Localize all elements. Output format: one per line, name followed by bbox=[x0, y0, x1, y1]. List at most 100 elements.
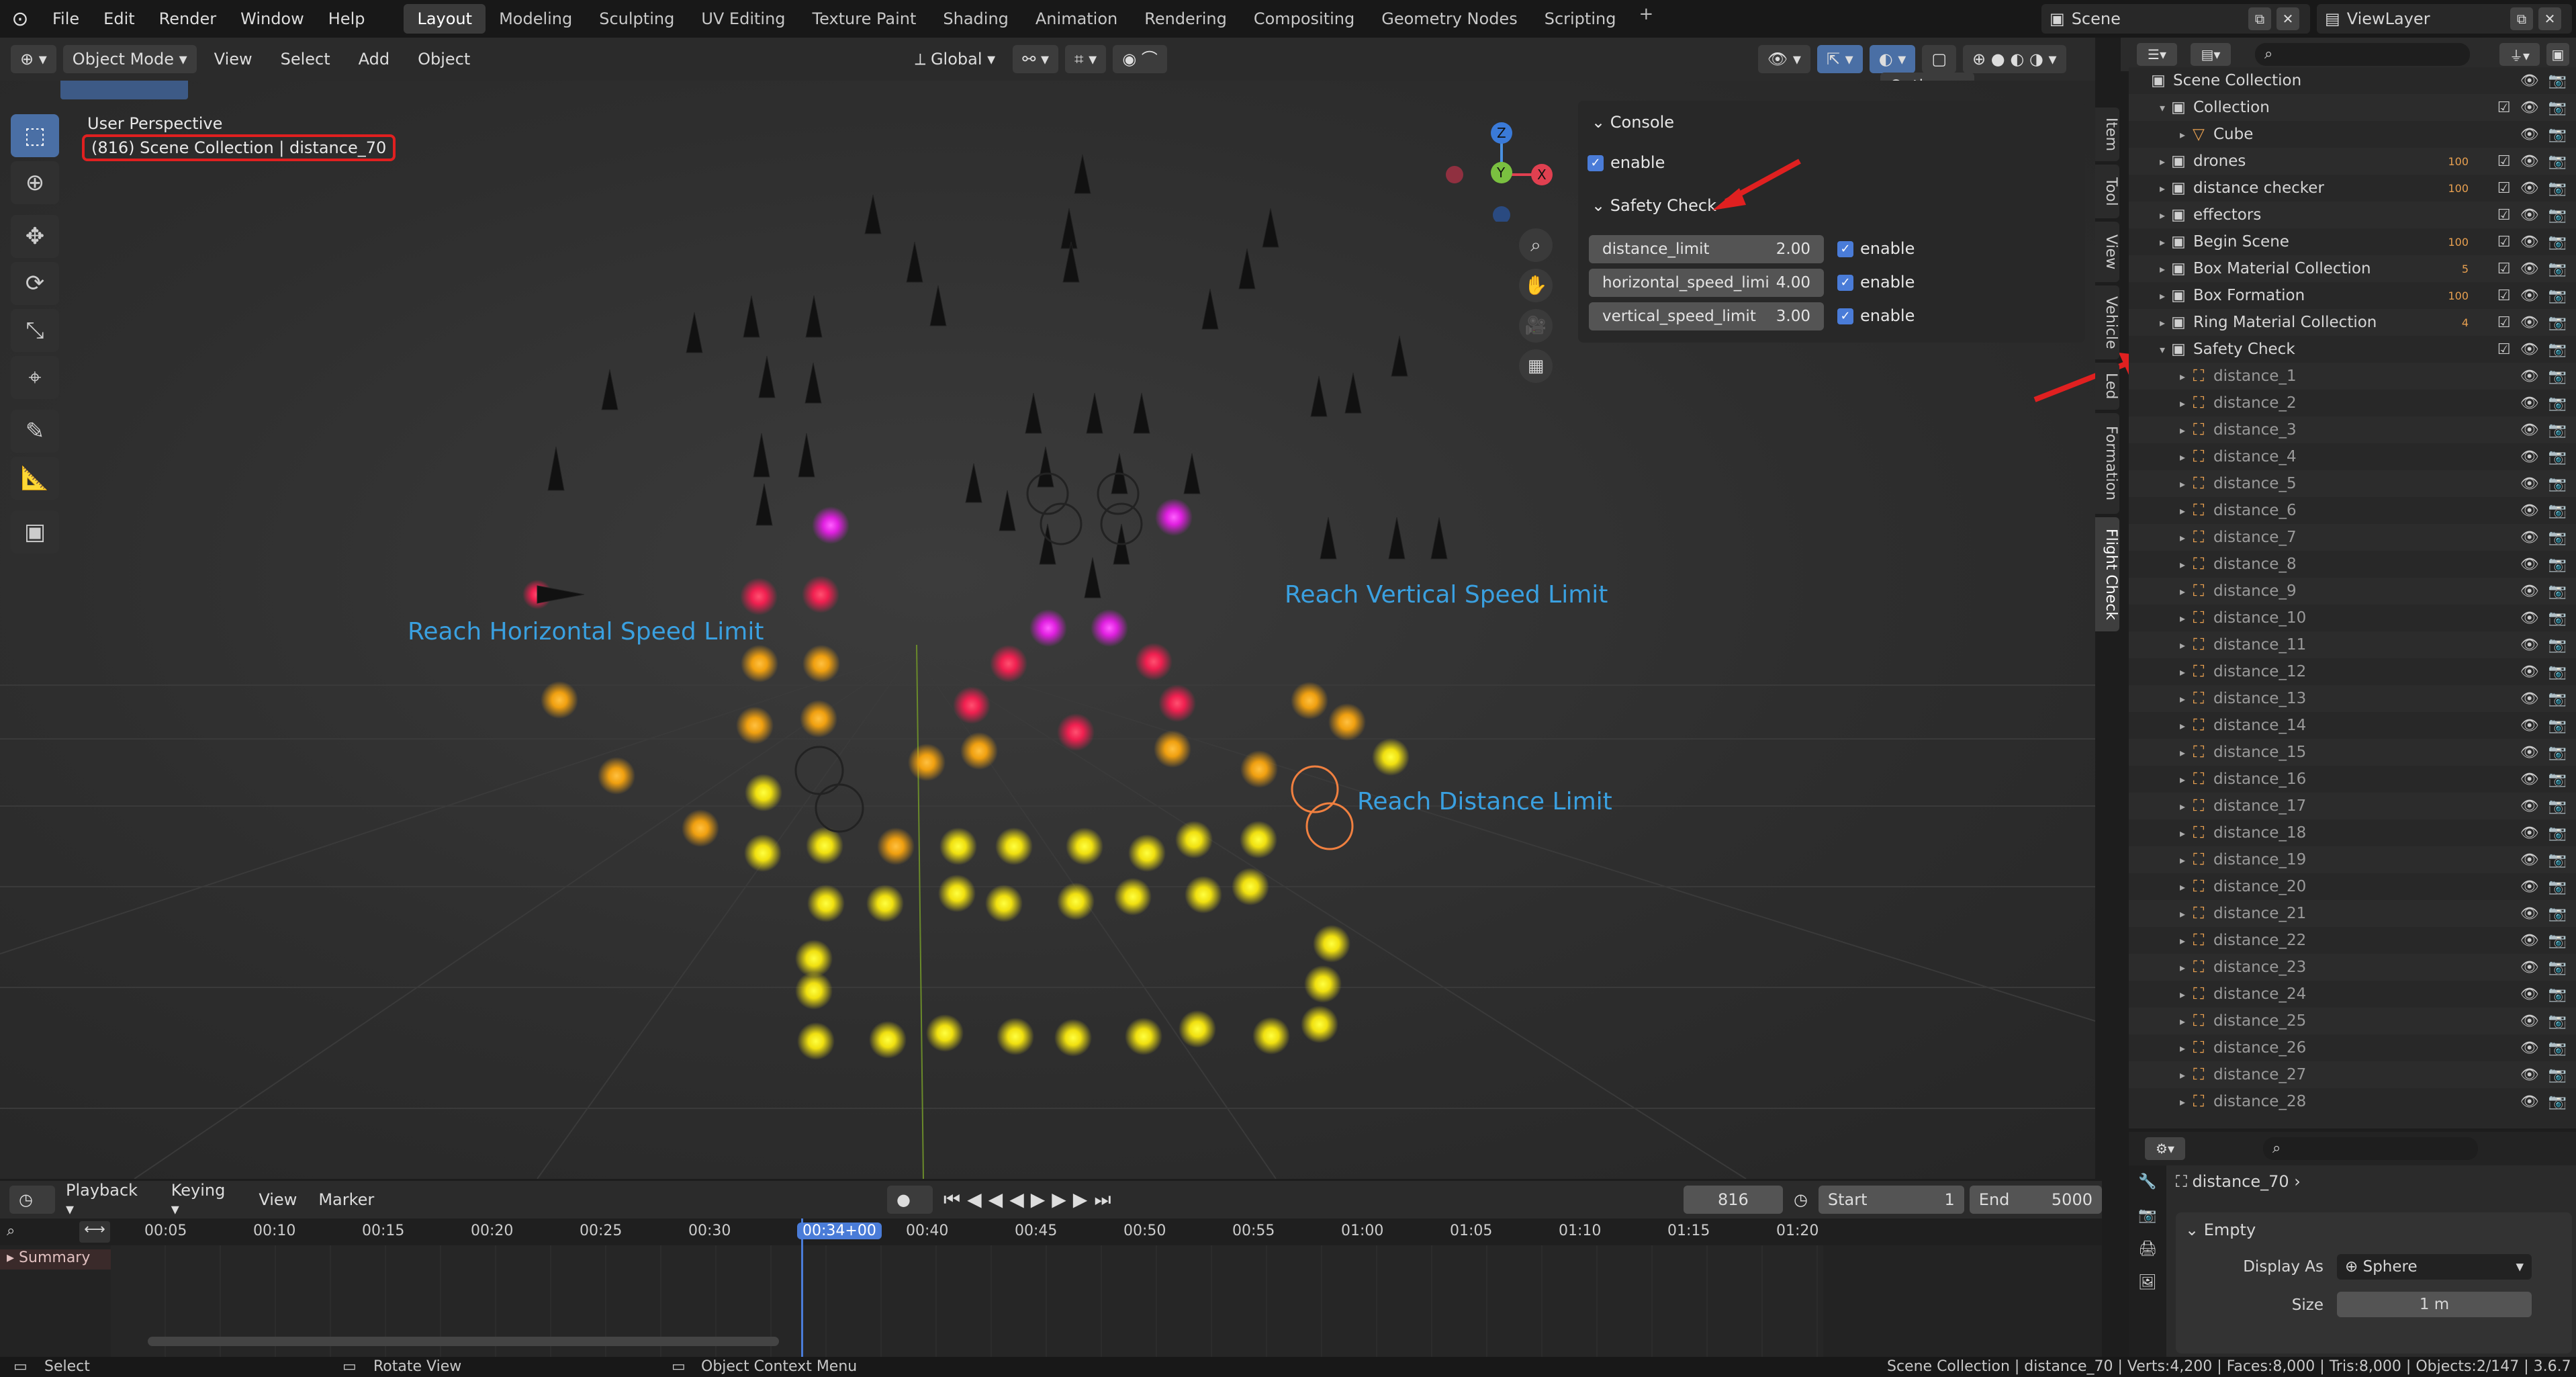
overlay-icon[interactable]: ◐ ▾ bbox=[1869, 45, 1916, 73]
expand-arrow-icon[interactable]: ▸ bbox=[2156, 209, 2169, 222]
render-camera-icon[interactable]: 📷 bbox=[2548, 825, 2567, 842]
eye-icon[interactable]: 👁 bbox=[2520, 153, 2539, 170]
render-camera-icon[interactable]: 📷 bbox=[2548, 637, 2567, 654]
timeline-scrollbar[interactable] bbox=[148, 1337, 779, 1346]
eye-icon[interactable]: 👁 bbox=[2520, 73, 2539, 89]
new-scene-icon[interactable]: ⧉ bbox=[2248, 7, 2271, 30]
expand-arrow-icon[interactable]: ▸ bbox=[2176, 988, 2189, 1001]
render-camera-icon[interactable]: 📷 bbox=[2548, 959, 2567, 976]
tab-sculpting[interactable]: Sculpting bbox=[586, 4, 688, 34]
empty-section-header[interactable]: ⌄ Empty bbox=[2185, 1220, 2256, 1239]
visibility-controls[interactable]: 👁 📷 bbox=[2520, 583, 2567, 600]
render-camera-icon[interactable]: 📷 bbox=[2548, 879, 2567, 895]
console-section-header[interactable]: ⌄ Console bbox=[1592, 113, 1674, 132]
render-camera-icon[interactable]: 📷 bbox=[2548, 449, 2567, 465]
tab-modeling[interactable]: Modeling bbox=[486, 4, 586, 34]
outliner-row[interactable]: ▸ ⛶ distance_7 👁 📷 bbox=[2129, 524, 2576, 551]
timeline-search-icon[interactable]: ⌕ bbox=[7, 1223, 15, 1239]
outliner-row[interactable]: ▸ ⛶ distance_11 👁 📷 bbox=[2129, 631, 2576, 658]
render-camera-icon[interactable]: 📷 bbox=[2548, 664, 2567, 680]
eye-icon[interactable]: 👁 bbox=[2520, 852, 2539, 869]
playback-controls[interactable]: ⏮◀◀◀▶▶▶⏭ bbox=[933, 1188, 1129, 1211]
render-camera-icon[interactable]: 📷 bbox=[2548, 180, 2567, 197]
render-camera-icon[interactable]: 📷 bbox=[2548, 932, 2567, 949]
render-camera-icon[interactable]: 📷 bbox=[2548, 583, 2567, 600]
visibility-controls[interactable]: 👁 📷 bbox=[2520, 798, 2567, 815]
visibility-controls[interactable]: 👁 📷 bbox=[2520, 529, 2567, 546]
delete-scene-icon[interactable]: ✕ bbox=[2276, 7, 2299, 30]
horizontal-speed-limit-enable[interactable]: ✓ enable bbox=[1837, 273, 1915, 292]
timeline-editor-type-icon[interactable]: ◷ ▾ bbox=[9, 1186, 55, 1237]
expand-arrow-icon[interactable]: ▸ bbox=[2176, 961, 2189, 974]
render-camera-icon[interactable]: 📷 bbox=[2548, 395, 2567, 412]
expand-arrow-icon[interactable]: ▸ bbox=[2176, 585, 2189, 598]
exclude-checkbox-icon[interactable]: ☑ bbox=[2497, 314, 2511, 331]
menu-add[interactable]: Add bbox=[348, 50, 400, 69]
blender-logo-icon[interactable]: ⊙ bbox=[0, 7, 40, 31]
shading-modes-icon[interactable]: ⊕ ● ◐ ◑ ▾ bbox=[1963, 45, 2066, 73]
current-time-indicator[interactable]: 00:34+00 bbox=[797, 1223, 882, 1239]
visibility-controls[interactable]: 👁 📷 bbox=[2520, 1040, 2567, 1057]
eye-icon[interactable]: 👁 bbox=[2520, 798, 2539, 815]
tab-compositing[interactable]: Compositing bbox=[1240, 4, 1368, 34]
render-tab-icon[interactable]: 📷 bbox=[2129, 1199, 2166, 1233]
expand-arrow-icon[interactable]: ▸ bbox=[2156, 316, 2169, 329]
menu-render[interactable]: Render bbox=[147, 4, 228, 34]
visibility-controls[interactable]: 👁 📷 bbox=[2520, 395, 2567, 412]
expand-arrow-icon[interactable]: ▸ bbox=[2176, 1015, 2189, 1028]
expand-arrow-icon[interactable]: ▸ bbox=[2176, 504, 2189, 517]
outliner-row[interactable]: ▸ ⛶ distance_8 👁 📷 bbox=[2129, 551, 2576, 578]
tab-animation[interactable]: Animation bbox=[1022, 4, 1131, 34]
outliner-row[interactable]: ▸ ⛶ distance_4 👁 📷 bbox=[2129, 443, 2576, 470]
visibility-controls[interactable]: ☑ 👁 📷 bbox=[2497, 99, 2567, 116]
safety-check-section-header[interactable]: ⌄ Safety Check bbox=[1592, 196, 1716, 215]
object-mode-dropdown[interactable]: Object Mode ▾ bbox=[62, 45, 197, 73]
pivot-icon[interactable]: ⚯ ▾ bbox=[1013, 45, 1058, 73]
expand-arrow-icon[interactable]: ▸ bbox=[2176, 531, 2189, 544]
timeline[interactable]: ⌕ ⟷ ▸ Summary 00:05 00:10 00:15 00:20 00:25 0… bbox=[0, 1218, 2102, 1357]
outliner-row[interactable]: ▸ ▣ effectors ☑ 👁 📷 bbox=[2129, 202, 2576, 228]
outliner-row[interactable]: ▸ ⛶ distance_1 👁 📷 bbox=[2129, 363, 2576, 390]
expand-arrow-icon[interactable]: ▸ bbox=[2176, 746, 2189, 759]
render-camera-icon[interactable]: 📷 bbox=[2548, 368, 2567, 385]
exclude-checkbox-icon[interactable]: ☑ bbox=[2497, 341, 2511, 358]
visibility-controls[interactable]: 👁 📷 bbox=[2520, 825, 2567, 842]
distance-limit-field[interactable]: distance_limit 2.00 bbox=[1589, 235, 1824, 263]
visibility-controls[interactable]: ☑ 👁 📷 bbox=[2497, 341, 2567, 358]
transform-orientation-dropdown[interactable]: ⟂ Global ▾ bbox=[904, 50, 1006, 69]
eye-icon[interactable]: 👁 bbox=[2520, 583, 2539, 600]
start-frame-field[interactable]: Start 1 bbox=[1818, 1186, 1964, 1214]
eye-icon[interactable]: 👁 bbox=[2520, 341, 2539, 358]
expand-arrow-icon[interactable]: ▸ bbox=[2176, 612, 2189, 625]
render-camera-icon[interactable]: 📷 bbox=[2548, 691, 2567, 707]
visibility-controls[interactable]: 👁 📷 bbox=[2520, 664, 2567, 680]
outliner-row[interactable]: ▾ ▣ Collection ☑ 👁 📷 bbox=[2129, 94, 2576, 121]
render-camera-icon[interactable]: 📷 bbox=[2548, 73, 2567, 89]
expand-arrow-icon[interactable]: ▸ bbox=[2176, 1069, 2189, 1081]
scene-selector[interactable]: ▣ Scene ⧉ ✕ bbox=[2041, 4, 2310, 34]
expand-arrow-icon[interactable]: ▸ bbox=[2176, 397, 2189, 410]
render-camera-icon[interactable]: 📷 bbox=[2548, 207, 2567, 224]
visibility-controls[interactable]: 👁 📷 bbox=[2520, 126, 2567, 143]
eye-icon[interactable]: 👁 bbox=[2520, 1094, 2539, 1110]
tab-flight-check[interactable]: Flight Check bbox=[2095, 517, 2119, 631]
tab-tool[interactable]: Tool bbox=[2095, 165, 2119, 218]
current-frame-field[interactable]: 816 bbox=[1683, 1186, 1783, 1214]
outliner-row[interactable]: ▸ ▽ Cube 👁 📷 bbox=[2129, 121, 2576, 148]
visibility-controls[interactable]: 👁 📷 bbox=[2520, 852, 2567, 869]
visibility-controls[interactable]: 👁 📷 bbox=[2520, 610, 2567, 627]
expand-arrow-icon[interactable]: ▸ bbox=[2176, 666, 2189, 678]
console-enable-checkbox[interactable]: ✓ enable bbox=[1588, 153, 1665, 172]
visibility-controls[interactable]: ☑ 👁 📷 bbox=[2497, 261, 2567, 277]
eye-icon[interactable]: 👁 bbox=[2520, 905, 2539, 922]
record-icon[interactable]: ● ▾ bbox=[886, 1186, 933, 1237]
new-view-layer-icon[interactable]: ⧉ bbox=[2510, 7, 2533, 30]
tab-rendering[interactable]: Rendering bbox=[1131, 4, 1240, 34]
eye-icon[interactable]: 👁 bbox=[2520, 207, 2539, 224]
menu-edit[interactable]: Edit bbox=[91, 4, 146, 34]
eye-icon[interactable]: 👁 bbox=[2520, 932, 2539, 949]
outliner-row[interactable]: ▸ ▣ Box Material Collection 5 ☑ 👁 📷 bbox=[2129, 255, 2576, 282]
eye-icon[interactable]: 👁 bbox=[2520, 771, 2539, 788]
visibility-controls[interactable]: 👁 📷 bbox=[2520, 502, 2567, 519]
exclude-checkbox-icon[interactable]: ☑ bbox=[2497, 99, 2511, 116]
